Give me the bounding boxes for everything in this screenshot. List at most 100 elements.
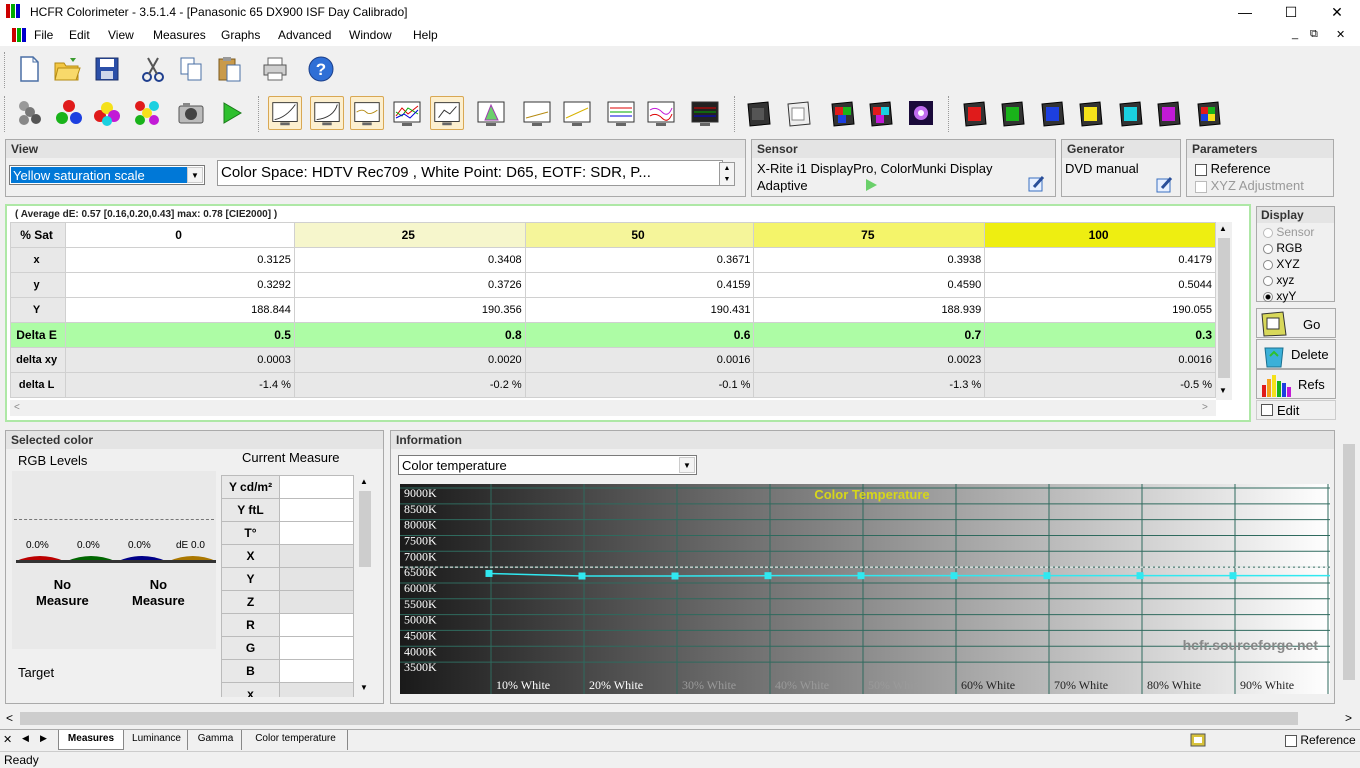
graph-near-black-icon[interactable] xyxy=(604,96,638,130)
chevron-left-icon[interactable]: < xyxy=(14,402,20,413)
contrast-icon[interactable] xyxy=(904,96,938,130)
help-icon[interactable]: ? xyxy=(304,52,338,86)
color-grid-icon[interactable] xyxy=(130,96,164,130)
table-cell[interactable]: 0.0016 xyxy=(984,347,1216,373)
display-option-rgb[interactable]: RGB xyxy=(1263,240,1314,256)
film-black-icon[interactable] xyxy=(742,96,776,130)
data-point[interactable] xyxy=(764,572,772,580)
main-horizontal-scrollbar[interactable]: < > xyxy=(0,710,1360,727)
tab-gamma[interactable]: Gamma xyxy=(190,730,242,750)
cyan-saturation-icon[interactable] xyxy=(1114,96,1148,130)
scrollbar-thumb[interactable] xyxy=(1218,238,1230,378)
paste-icon[interactable] xyxy=(212,52,246,86)
edit-checkbox[interactable] xyxy=(1261,404,1273,416)
cut-icon[interactable] xyxy=(136,52,170,86)
menu-window[interactable]: Window xyxy=(349,28,392,42)
minimize-button[interactable]: — xyxy=(1222,0,1268,24)
sensor-config-icon[interactable] xyxy=(1028,175,1046,193)
primary-colors-icon[interactable] xyxy=(52,96,86,130)
table-cell[interactable]: 0.6 xyxy=(524,322,755,348)
blue-saturation-icon[interactable] xyxy=(1036,96,1070,130)
chevron-right-icon[interactable]: > xyxy=(1202,402,1208,413)
column-header[interactable]: 25 xyxy=(293,222,526,248)
print-icon[interactable] xyxy=(258,52,292,86)
column-header[interactable]: 100 xyxy=(984,222,1216,248)
scrollbar-thumb[interactable] xyxy=(359,491,371,567)
table-cell[interactable]: 0.7 xyxy=(753,322,986,348)
menu-help[interactable]: Help xyxy=(413,28,438,42)
table-cell[interactable]: 0.3408 xyxy=(293,247,526,273)
chevron-right-icon[interactable]: > xyxy=(1345,711,1352,725)
data-point[interactable] xyxy=(1043,572,1051,580)
chevron-left-icon[interactable]: < xyxy=(6,711,13,725)
generator-config-icon[interactable] xyxy=(1156,176,1174,194)
table-cell[interactable]: 0.3938 xyxy=(753,247,986,273)
maximize-button[interactable]: ☐ xyxy=(1268,0,1314,24)
tab-prev-icon[interactable]: ◀ xyxy=(22,733,29,744)
color-space-spinner[interactable]: ▲ ▼ xyxy=(719,162,735,186)
table-cell[interactable]: 188.844 xyxy=(65,297,295,323)
chevron-down-icon[interactable]: ▼ xyxy=(360,683,368,692)
table-cell[interactable]: 0.4159 xyxy=(524,272,755,298)
table-cell[interactable]: -1.4 % xyxy=(65,372,295,398)
menu-edit[interactable]: Edit xyxy=(69,28,90,42)
data-point[interactable] xyxy=(578,572,586,580)
delete-button[interactable]: Delete xyxy=(1256,339,1336,369)
magenta-saturation-icon[interactable] xyxy=(1152,96,1186,130)
grid-vertical-scrollbar[interactable]: ▲ ▼ xyxy=(1216,222,1232,400)
table-cell[interactable]: 190.356 xyxy=(293,297,526,323)
data-point[interactable] xyxy=(485,569,493,577)
graph-temperature-icon[interactable] xyxy=(350,96,384,130)
mdi-minimize-button[interactable]: _ xyxy=(1292,28,1298,40)
save-icon[interactable] xyxy=(90,52,124,86)
table-cell[interactable]: -1.3 % xyxy=(753,372,986,398)
display-option-xyz-upper[interactable]: XYZ xyxy=(1263,256,1314,272)
chevron-down-icon[interactable]: ▼ xyxy=(1219,386,1227,395)
tab-color-temperature[interactable]: Color temperature xyxy=(244,730,348,750)
red-saturation-icon[interactable] xyxy=(958,96,992,130)
table-cell[interactable]: 0.5044 xyxy=(984,272,1216,298)
table-cell[interactable]: 0.0003 xyxy=(65,347,295,373)
data-point[interactable] xyxy=(671,572,679,580)
mdi-restore-button[interactable]: ⧉ xyxy=(1310,28,1318,41)
all-saturation-icon[interactable] xyxy=(1192,96,1226,130)
display-option-xyz-lower[interactable]: xyz xyxy=(1263,272,1314,288)
green-saturation-icon[interactable] xyxy=(996,96,1030,130)
chevron-up-icon[interactable]: ▲ xyxy=(360,477,368,486)
table-cell[interactable]: 0.0020 xyxy=(293,347,526,373)
reference-checkbox[interactable] xyxy=(1195,163,1207,176)
new-file-icon[interactable] xyxy=(12,52,46,86)
display-option-sensor[interactable]: Sensor xyxy=(1263,224,1314,240)
data-point[interactable] xyxy=(950,572,958,580)
film-white-icon[interactable] xyxy=(782,96,816,130)
go-button[interactable]: Go xyxy=(1256,308,1336,338)
info-vertical-scrollbar[interactable] xyxy=(1341,440,1357,702)
table-cell[interactable]: 190.055 xyxy=(984,297,1216,323)
table-cell[interactable]: 0.5 xyxy=(65,322,295,348)
table-cell[interactable]: 0.8 xyxy=(293,322,526,348)
menu-view[interactable]: View xyxy=(108,28,134,42)
refs-button[interactable]: Refs xyxy=(1256,369,1336,399)
graph-saturation-shift-icon[interactable] xyxy=(560,96,594,130)
graph-dark-icon[interactable] xyxy=(688,96,722,130)
measure-scrollbar[interactable]: ▲ ▼ xyxy=(357,475,373,697)
scrollbar-thumb[interactable] xyxy=(1343,444,1355,680)
graph-luminance-icon[interactable] xyxy=(268,96,302,130)
table-cell[interactable]: 190.431 xyxy=(524,297,755,323)
reference-option[interactable]: Reference xyxy=(1195,161,1271,176)
display-option-xyy[interactable]: xyY xyxy=(1263,288,1314,304)
mdi-close-button[interactable]: ✕ xyxy=(1336,28,1345,41)
secondary-colors-icon[interactable] xyxy=(90,96,124,130)
chevron-down-icon[interactable]: ▼ xyxy=(679,457,695,473)
chevron-down-icon[interactable]: ▼ xyxy=(187,167,203,183)
table-cell[interactable]: 0.0023 xyxy=(753,347,986,373)
yellow-saturation-icon[interactable] xyxy=(1074,96,1108,130)
film-secondaries-icon[interactable] xyxy=(864,96,898,130)
reference-checkbox[interactable] xyxy=(1285,734,1297,747)
open-folder-icon[interactable] xyxy=(50,52,84,86)
table-cell[interactable]: 0.4179 xyxy=(984,247,1216,273)
edit-option[interactable]: Edit xyxy=(1256,400,1336,420)
table-cell[interactable]: 0.3726 xyxy=(293,272,526,298)
data-point[interactable] xyxy=(857,572,865,580)
graph-rgb-icon[interactable] xyxy=(390,96,424,130)
